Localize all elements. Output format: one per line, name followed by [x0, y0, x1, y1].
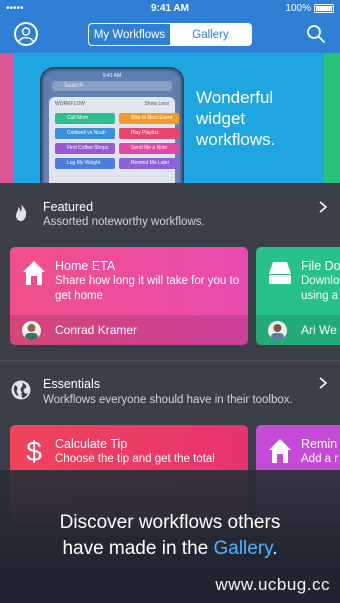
essentials-header[interactable]: Essentials Workflows everyone should hav… [0, 361, 340, 421]
flame-icon [16, 203, 27, 221]
card-title: Calculate Tip [55, 437, 128, 451]
promo-banner[interactable]: 9:41 AM Search WORKFLOW Show Less Call M… [0, 53, 340, 183]
card-description: Share how long it will take for you to g… [55, 275, 240, 302]
avatar [22, 321, 41, 340]
widget-preview: WORKFLOW Show Less Call Mom Bike to Next… [49, 97, 179, 183]
onboarding-line-1: Discover workflows others [59, 512, 281, 533]
avatar [268, 321, 287, 340]
tab-gallery[interactable]: Gallery [170, 24, 251, 45]
onboarding-line-2-text: have made in the [62, 538, 214, 559]
onboarding-message: Discover workflows others have made in t… [0, 510, 340, 562]
phone-time: 9:41 AM [102, 73, 122, 79]
dollar-icon: $ [26, 437, 42, 465]
section-title: Featured [43, 200, 94, 214]
phone-search: Search [52, 81, 172, 91]
banner-headline: Wonderful widget workflows. [196, 88, 276, 149]
widget-show-less: Show Less [144, 101, 169, 107]
onboarding-line-2-period: . [272, 538, 278, 559]
card-title: Remin [301, 437, 338, 451]
widget-button: Remind Me Later [119, 158, 179, 169]
battery-percent: 100% [285, 3, 311, 14]
featured-header[interactable]: Featured Assorted noteworthy workflows. [0, 183, 340, 243]
globe-icon [11, 380, 31, 400]
onboarding-overlay: Discover workflows others have made in t… [0, 470, 340, 603]
banner-edge-right [324, 53, 340, 183]
status-bar: ••••• 9:41 AM 100% [0, 0, 340, 18]
banner-edge-left [0, 53, 14, 183]
home-icon [23, 261, 45, 285]
widget-button: Bike to Next Event [119, 113, 179, 124]
person-icon [18, 27, 34, 42]
card-title: Home ETA [55, 259, 116, 273]
workflow-card-file[interactable]: File Do Downlo using a Ari We [256, 247, 340, 345]
card-author: Ari We [301, 323, 337, 337]
search-icon[interactable] [306, 24, 326, 44]
section-title: Essentials [43, 377, 100, 391]
top-bar: ••••• 9:41 AM 100% My Workflows Gallery [0, 0, 340, 53]
svg-text:$: $ [26, 437, 42, 465]
onboarding-line-2: have made in the Gallery. [0, 536, 340, 562]
battery-indicator: 100% [285, 3, 334, 14]
view-segmented-control: My Workflows Gallery [88, 23, 252, 46]
chevron-right-icon[interactable] [318, 377, 328, 389]
widget-button: Find Coffee Shops [55, 143, 115, 154]
widget-button: Play Playlist [119, 128, 179, 139]
watermark: www.ucbug.cc [215, 575, 330, 594]
gallery-link[interactable]: Gallery [213, 538, 272, 559]
card-description: Add a r [301, 453, 339, 465]
phone-illustration: 9:41 AM Search WORKFLOW Show Less Call M… [40, 67, 184, 183]
hard-drive-icon [269, 262, 291, 284]
widget-button: Send Me a Note [119, 143, 179, 154]
section-subtitle: Assorted noteworthy workflows. [43, 216, 205, 228]
card-description: Downlo using a [301, 275, 340, 302]
profile-button[interactable] [14, 22, 38, 46]
workflow-card-home-eta[interactable]: Home ETA Share how long it will take for… [10, 247, 248, 345]
card-title: File Do [301, 259, 340, 273]
home-icon [269, 439, 291, 463]
card-author: Conrad Kramer [55, 323, 138, 337]
chevron-right-icon[interactable] [318, 201, 328, 213]
widget-button: Log My Weight [55, 158, 115, 169]
battery-icon [314, 4, 334, 13]
section-subtitle: Workflows everyone should have in their … [43, 394, 293, 406]
widget-button: Coldwell vs Noah [55, 128, 115, 139]
widget-button: Call Mom [55, 113, 115, 124]
widget-title: WORKFLOW [55, 101, 85, 107]
tab-my-workflows[interactable]: My Workflows [89, 24, 170, 45]
card-description: Choose the tip and get the total [55, 453, 215, 465]
